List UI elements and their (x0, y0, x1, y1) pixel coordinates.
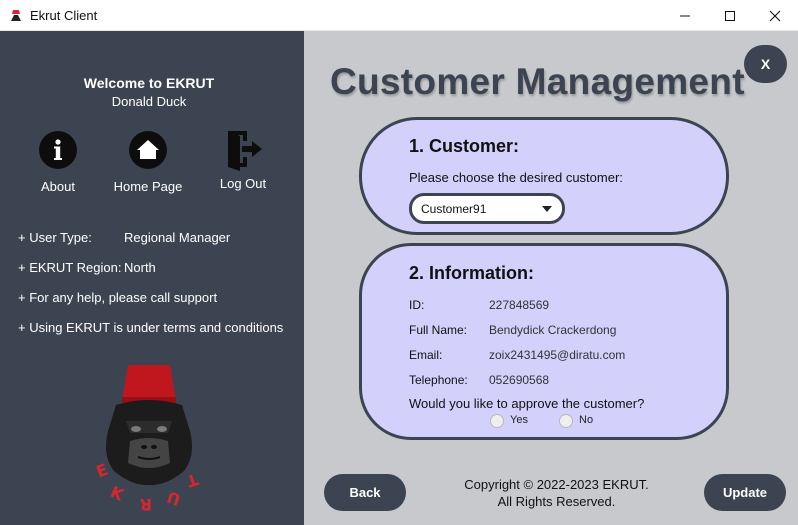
help-row: + For any help, please call support (18, 290, 217, 305)
caret-down-icon (542, 206, 552, 212)
home-page-label: Home Page (113, 179, 183, 194)
back-button[interactable]: Back (324, 474, 406, 511)
svg-text:T: T (184, 470, 201, 492)
customer-section: 1. Customer: Please choose the desired c… (359, 117, 729, 235)
home-page-button[interactable]: Home Page (103, 131, 193, 194)
radio-circle-icon (559, 414, 573, 428)
customer-prompt: Please choose the desired customer: (409, 170, 623, 185)
maximize-icon (725, 11, 735, 21)
information-section-title: 2. Information: (409, 263, 534, 283)
copyright-text: Copyright © 2022-2023 EKRUT. All Rights … (444, 476, 669, 510)
no-label: No (579, 414, 594, 426)
information-section: 2. Information: ID: 227848569 Full Name:… (359, 243, 729, 440)
close-panel-button[interactable]: X (744, 45, 787, 83)
user-type-row: + User Type: Regional Manager (18, 230, 230, 245)
maximize-button[interactable] (707, 0, 753, 31)
minimize-icon (680, 15, 690, 17)
sidebar: Welcome to EKRUT Donald Duck About Home … (0, 31, 304, 525)
full-name-value: Bendydick Crackerdong (489, 323, 617, 337)
yes-label: Yes (510, 414, 528, 426)
customer-select[interactable]: Customer91 (409, 193, 565, 224)
user-type-value: Regional Manager (124, 230, 231, 245)
telephone-label: Telephone: (409, 373, 468, 387)
home-icon (129, 131, 167, 169)
user-type-label: + User Type: (18, 230, 92, 245)
customer-select-value: Customer91 (421, 202, 487, 216)
email-value: zoix2431495@diratu.com (489, 348, 626, 362)
minimize-button[interactable] (662, 0, 708, 31)
email-label: Email: (409, 348, 443, 362)
about-button[interactable]: About (13, 131, 103, 194)
svg-text:R: R (140, 495, 152, 514)
info-icon (39, 131, 77, 169)
svg-text:U: U (164, 487, 183, 509)
title-bar: Ekrut Client (0, 0, 798, 31)
approve-question: Would you like to approve the customer? (409, 396, 645, 411)
full-name-label: Full Name: (409, 323, 468, 337)
region-value: North (124, 260, 156, 275)
help-text: + For any help, please call support (18, 290, 218, 305)
copyright-line-1: Copyright © 2022-2023 EKRUT. (464, 477, 649, 492)
radio-circle-icon (490, 414, 504, 428)
id-label: ID: (409, 298, 425, 312)
id-value: 227848569 (489, 298, 550, 312)
user-name: Donald Duck (111, 94, 187, 109)
main-panel: Customer Management X 1. Customer: Pleas… (304, 31, 798, 525)
log-out-button[interactable]: Log Out (198, 131, 288, 191)
terms-row: + Using EKRUT is under terms and conditi… (18, 320, 283, 335)
ekrut-gorilla-logo: E K R U T (94, 365, 201, 514)
region-row: + EKRUT Region: North (18, 260, 156, 275)
about-label: About (41, 179, 75, 194)
window-close-button[interactable] (752, 0, 798, 31)
region-label: + EKRUT Region: (18, 260, 122, 275)
logout-icon (228, 131, 262, 171)
update-button[interactable]: Update (704, 474, 786, 511)
telephone-value: 052690568 (489, 373, 550, 387)
app-logo-icon (11, 10, 21, 21)
svg-text:E: E (94, 460, 111, 482)
terms-text: + Using EKRUT is under terms and conditi… (18, 320, 284, 335)
copyright-line-2: All Rights Reserved. (497, 494, 616, 509)
close-icon (769, 10, 781, 22)
page-title: Customer Management (330, 61, 745, 102)
svg-text:K: K (107, 482, 127, 505)
customer-section-title: 1. Customer: (409, 136, 520, 156)
window-title: Ekrut Client (30, 8, 98, 23)
welcome-text: Welcome to EKRUT (83, 75, 215, 91)
log-out-label: Log Out (219, 176, 267, 191)
